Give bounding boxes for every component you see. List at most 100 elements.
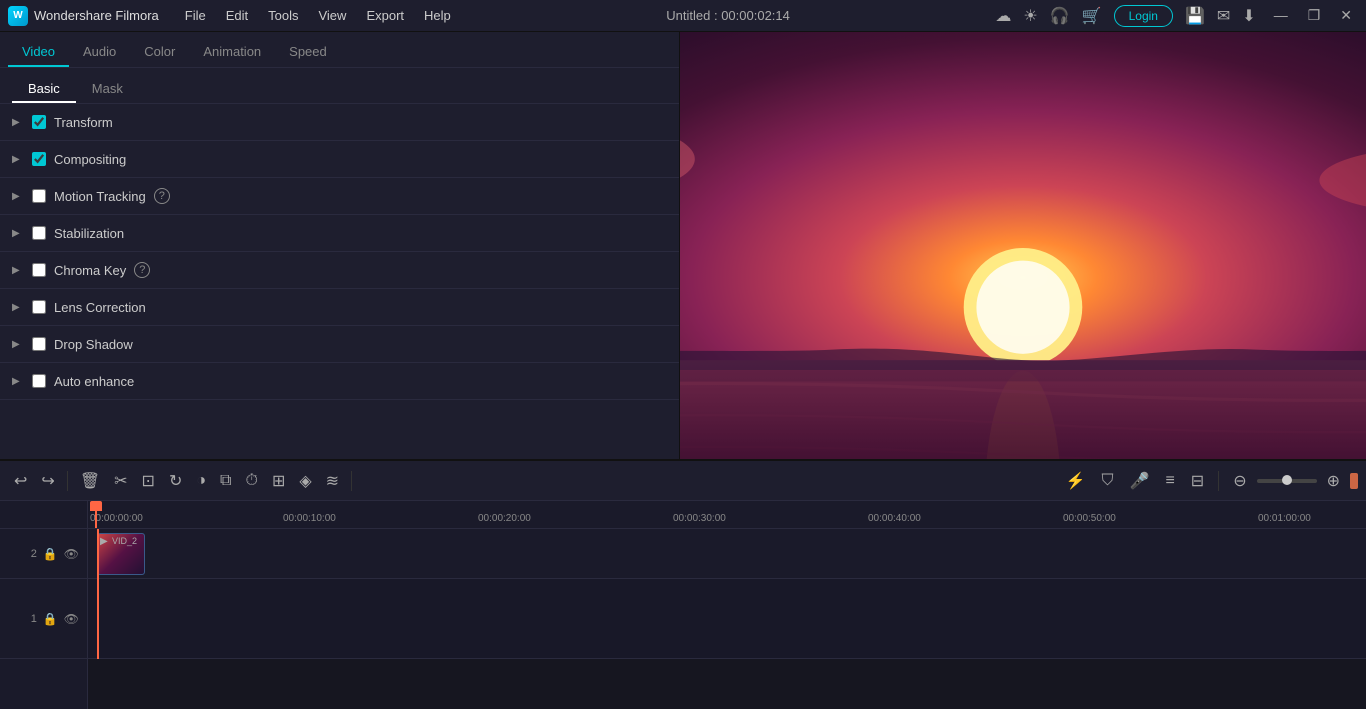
close-button[interactable]: ✕ <box>1334 5 1358 26</box>
shield-button[interactable]: ⛉ <box>1096 468 1120 494</box>
ai-button[interactable]: ⚡ <box>1060 467 1092 495</box>
delete-button[interactable]: 🗑 <box>74 467 106 495</box>
label-auto-enhance: Auto enhance <box>54 374 134 389</box>
headphones-icon[interactable]: 🎧 <box>1050 6 1070 26</box>
video-clip[interactable]: ▶ VID_2 <box>97 533 145 575</box>
tab-audio[interactable]: Audio <box>69 38 130 67</box>
subtab-mask[interactable]: Mask <box>76 76 139 103</box>
expand-compositing[interactable]: ▶ <box>12 154 24 165</box>
ruler-mark-3: 00:00:30:00 <box>673 513 726 524</box>
menu-export[interactable]: Export <box>356 4 414 27</box>
track-headers: 2 🔒 👁 1 🔒 👁 <box>0 501 88 709</box>
redo-button[interactable]: ↪ <box>35 467 60 495</box>
speed-button[interactable]: ⏱ <box>239 468 263 494</box>
prop-section-chroma-key: ▶ Chroma Key ? <box>0 252 679 289</box>
expand-stabilization[interactable]: ▶ <box>12 228 24 239</box>
clip-play-icon: ▶ <box>100 536 108 547</box>
sun-icon[interactable]: ☀ <box>1023 6 1037 26</box>
prop-section-drop-shadow: ▶ Drop Shadow <box>0 326 679 363</box>
scissors-button[interactable]: ✂ <box>108 467 133 495</box>
ruler-mark-2: 00:00:20:00 <box>478 513 531 524</box>
label-motion-tracking: Motion Tracking <box>54 189 146 204</box>
label-transform: Transform <box>54 115 113 130</box>
fit-button[interactable]: ⊞ <box>266 467 291 495</box>
prop-row-auto-enhance: ▶ Auto enhance <box>0 363 679 399</box>
expand-auto-enhance[interactable]: ▶ <box>12 376 24 387</box>
zoom-out-button[interactable]: ⊖ <box>1227 467 1252 495</box>
color-swatch <box>1350 473 1358 489</box>
menu-file[interactable]: File <box>175 4 216 27</box>
expand-transform[interactable]: ▶ <box>12 117 24 128</box>
login-button[interactable]: Login <box>1114 5 1173 27</box>
window-controls: — ❐ ✕ <box>1268 5 1358 26</box>
ruler-mark-4: 00:00:40:00 <box>868 513 921 524</box>
ruler-mark-6: 00:01:00:00 <box>1258 513 1311 524</box>
expand-chroma-key[interactable]: ▶ <box>12 265 24 276</box>
maximize-button[interactable]: ❐ <box>1302 5 1327 26</box>
subtitle-button[interactable]: ⊟ <box>1185 467 1210 495</box>
timeline-content: 2 🔒 👁 1 🔒 👁 00:00:00:00 00:00:10:00 00:0… <box>0 501 1366 709</box>
track-num-2: 2 <box>31 548 37 560</box>
download-icon[interactable]: ⬇ <box>1242 6 1255 26</box>
crop-button[interactable]: ⊡ <box>136 467 161 495</box>
minimize-button[interactable]: — <box>1268 5 1294 26</box>
tab-video[interactable]: Video <box>8 38 69 67</box>
save-icon[interactable]: 💾 <box>1185 6 1205 26</box>
pip-button[interactable]: ⧉ <box>214 468 237 494</box>
ruler-spacer <box>0 501 87 529</box>
color-button[interactable]: ◑ <box>190 468 212 494</box>
tab-bar: Video Audio Color Animation Speed <box>0 32 679 68</box>
menu-help[interactable]: Help <box>414 4 461 27</box>
zoom-thumb[interactable] <box>1282 475 1292 485</box>
expand-drop-shadow[interactable]: ▶ <box>12 339 24 350</box>
track-lock-1[interactable]: 🔒 <box>43 612 58 626</box>
expand-lens-correction[interactable]: ▶ <box>12 302 24 313</box>
checkbox-transform[interactable] <box>32 115 46 129</box>
captions-button[interactable]: ≡ <box>1159 468 1180 494</box>
mail-icon[interactable]: ✉ <box>1217 6 1230 26</box>
checkbox-auto-enhance[interactable] <box>32 374 46 388</box>
rotate-button[interactable]: ↻ <box>163 467 188 495</box>
toolbar-separator-1 <box>67 471 68 491</box>
undo-button[interactable]: ↩ <box>8 467 33 495</box>
help-motion-tracking[interactable]: ? <box>154 188 170 204</box>
track-lock-2[interactable]: 🔒 <box>43 547 58 561</box>
checkbox-drop-shadow[interactable] <box>32 337 46 351</box>
track-header-1: 1 🔒 👁 <box>0 579 87 659</box>
checkbox-motion-tracking[interactable] <box>32 189 46 203</box>
toolbar-separator-2 <box>351 471 352 491</box>
menu-edit[interactable]: Edit <box>216 4 258 27</box>
menu-tools[interactable]: Tools <box>258 4 308 27</box>
expand-motion-tracking[interactable]: ▶ <box>12 191 24 202</box>
track-eye-1[interactable]: 👁 <box>64 612 79 626</box>
cloud-icon[interactable]: ☁ <box>995 6 1011 26</box>
label-compositing: Compositing <box>54 152 126 167</box>
prop-row-motion-tracking: ▶ Motion Tracking ? <box>0 178 679 214</box>
prop-row-compositing: ▶ Compositing <box>0 141 679 177</box>
titlebar: W Wondershare Filmora File Edit Tools Vi… <box>0 0 1366 32</box>
tab-color[interactable]: Color <box>130 38 189 67</box>
mic-button[interactable]: 🎤 <box>1124 467 1156 495</box>
prop-section-stabilization: ▶ Stabilization <box>0 215 679 252</box>
checkbox-chroma-key[interactable] <box>32 263 46 277</box>
prop-row-stabilization: ▶ Stabilization <box>0 215 679 251</box>
color2-button[interactable]: ◈ <box>293 467 317 495</box>
tab-speed[interactable]: Speed <box>275 38 341 67</box>
checkbox-lens-correction[interactable] <box>32 300 46 314</box>
subtab-basic[interactable]: Basic <box>12 76 76 103</box>
cart-icon[interactable]: 🛒 <box>1082 6 1102 26</box>
checkbox-compositing[interactable] <box>32 152 46 166</box>
clip-thumbnail: ▶ VID_2 <box>98 534 144 574</box>
track-eye-2[interactable]: 👁 <box>64 547 79 561</box>
tracks-main[interactable]: 00:00:00:00 00:00:10:00 00:00:20:00 00:0… <box>88 501 1366 709</box>
zoom-in-button[interactable]: ⊕ <box>1321 467 1346 495</box>
help-chroma-key[interactable]: ? <box>134 262 150 278</box>
checkbox-stabilization[interactable] <box>32 226 46 240</box>
menu-view[interactable]: View <box>308 4 356 27</box>
zoom-track[interactable] <box>1257 479 1317 483</box>
logo-icon: W <box>8 6 28 26</box>
tab-animation[interactable]: Animation <box>189 38 275 67</box>
audio-button[interactable]: ≋ <box>320 467 345 495</box>
zoom-controls <box>1257 479 1317 483</box>
label-stabilization: Stabilization <box>54 226 124 241</box>
